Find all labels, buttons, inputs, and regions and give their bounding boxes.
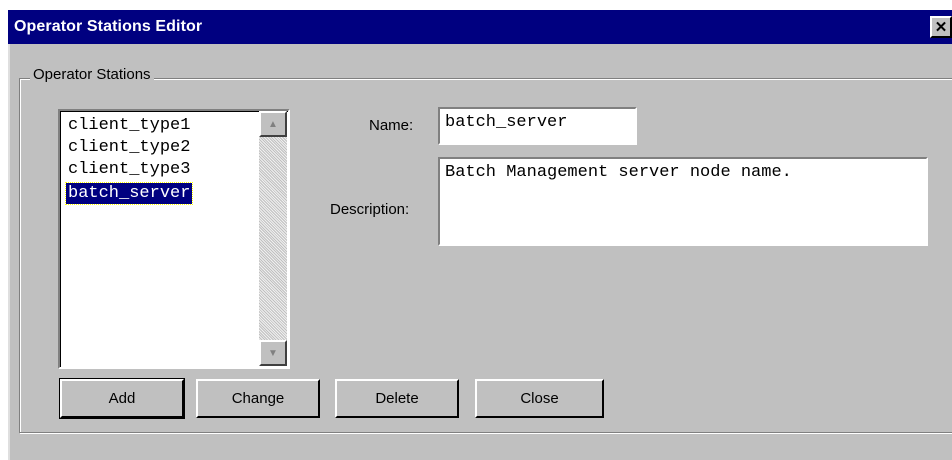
name-label: Name:	[369, 117, 414, 134]
group-label: Operator Stations	[30, 66, 154, 83]
description-label: Description:	[330, 201, 410, 218]
list-item[interactable]: client_type3	[66, 159, 192, 180]
close-button[interactable]: Close	[475, 379, 604, 418]
close-window-button[interactable]: ✕	[930, 16, 952, 38]
list-scrollbar[interactable]: ▲ ▼	[259, 111, 287, 366]
window-left-border-inner	[8, 44, 10, 460]
listbox-inner: client_type1 client_type2 client_type3 b…	[60, 111, 288, 367]
add-button[interactable]: Add	[59, 378, 185, 419]
stations-listbox[interactable]: client_type1 client_type2 client_type3 b…	[58, 109, 290, 369]
list-item-selected[interactable]: batch_server	[64, 182, 194, 205]
delete-button-label: Delete	[375, 390, 419, 407]
delete-button[interactable]: Delete	[335, 379, 459, 418]
operator-stations-editor-window: Operator Stations Editor ✕ Operator Stat…	[0, 0, 952, 460]
scroll-up-icon: ▲	[268, 118, 278, 130]
change-button-label: Change	[231, 390, 285, 407]
add-button-label: Add	[108, 390, 136, 407]
scroll-down-icon: ▼	[268, 347, 278, 359]
scroll-down-button[interactable]: ▼	[259, 340, 287, 366]
name-field[interactable]: batch_server	[438, 107, 637, 145]
change-button[interactable]: Change	[196, 379, 320, 418]
window-title: Operator Stations Editor	[14, 18, 203, 35]
scroll-up-button[interactable]: ▲	[259, 111, 287, 137]
window-left-border	[0, 44, 8, 460]
close-icon: ✕	[934, 19, 948, 36]
description-field[interactable]: Batch Management server node name.	[438, 157, 928, 246]
list-item[interactable]: client_type1	[66, 115, 192, 136]
list-item[interactable]: client_type2	[66, 137, 192, 158]
close-button-label: Close	[520, 390, 559, 407]
